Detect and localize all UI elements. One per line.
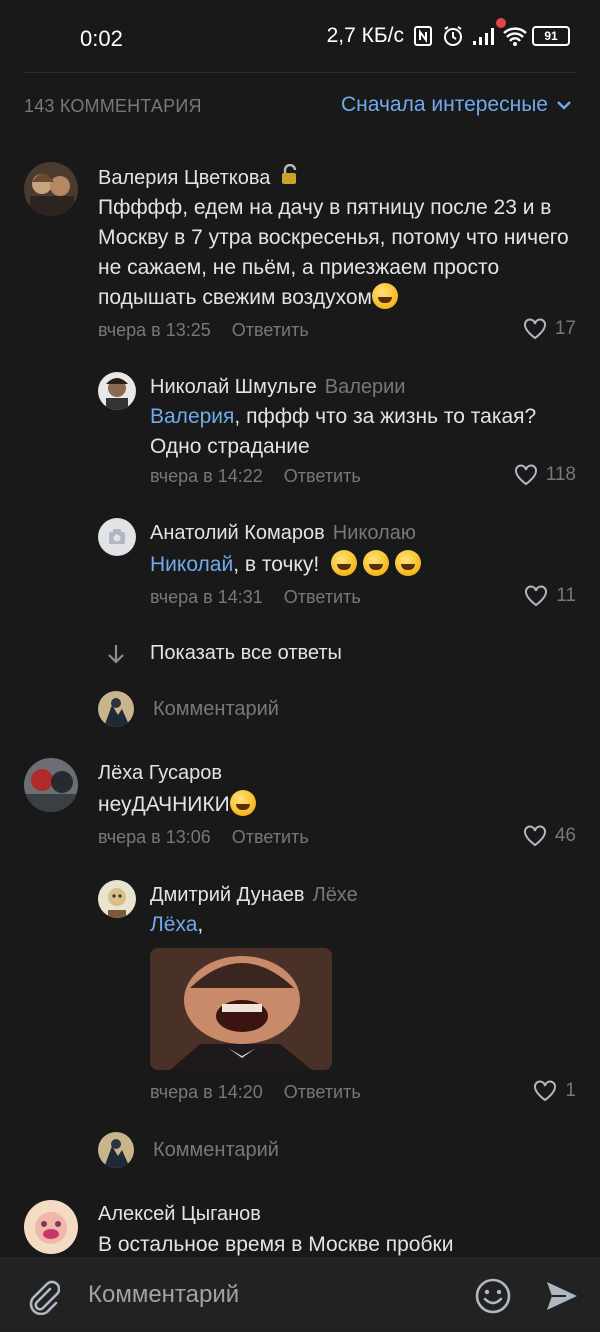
like-count: 11	[556, 585, 576, 606]
comment-input[interactable]: Комментарий	[153, 1139, 279, 1162]
heart-icon	[534, 1080, 557, 1102]
avatar[interactable]	[98, 880, 136, 918]
comment-text: Пфффф, едем на дачу в пятницу после 23 и…	[98, 196, 569, 309]
network-speed: 2,7 КБ/с	[326, 24, 404, 47]
like-count: 1	[565, 1080, 576, 1101]
rofl-emoji	[394, 550, 421, 576]
avatar[interactable]	[24, 1200, 78, 1254]
top-divider	[24, 72, 576, 73]
comment-time: вчера в 13:06	[98, 827, 211, 847]
comment-time: вчера в 13:25	[98, 320, 211, 340]
heart-icon	[525, 585, 548, 607]
lock-icon	[280, 163, 300, 192]
reply-to: Лёхе	[312, 884, 358, 906]
comment-author[interactable]: Николай Шмульге Валерии	[150, 376, 405, 399]
comment-author[interactable]: Анатолий Комаров Николаю	[150, 522, 416, 545]
signal-icon	[472, 25, 494, 47]
reply-button[interactable]: Ответить	[232, 827, 309, 847]
bottom-comment-input[interactable]: Комментарий	[88, 1281, 239, 1309]
like-button[interactable]: 118	[514, 464, 576, 486]
attached-image[interactable]	[150, 948, 332, 1070]
like-count: 118	[545, 464, 576, 485]
comment-input[interactable]: Комментарий	[153, 698, 279, 721]
alarm-icon	[442, 25, 464, 47]
mention-link[interactable]: Николай	[150, 553, 233, 576]
my-avatar	[98, 691, 134, 727]
mention-link[interactable]: Валерия	[150, 405, 234, 428]
like-count: 17	[554, 318, 576, 339]
arrow-down-icon	[108, 644, 124, 664]
chevron-down-icon	[556, 93, 572, 117]
sort-label: Сначала интересные	[341, 93, 548, 116]
emoji-icon[interactable]	[474, 1277, 512, 1320]
avatar[interactable]	[98, 372, 136, 410]
nfc-icon	[412, 25, 434, 47]
wifi-icon	[502, 25, 527, 47]
comments-header: 143 КОММЕНТАРИЯ Сначала интересные	[24, 88, 576, 124]
comment-meta: вчера в 14:22 Ответить	[150, 466, 361, 487]
my-avatar	[98, 1132, 134, 1168]
comment-meta: вчера в 14:31 Ответить	[150, 587, 361, 608]
reply-to: Николаю	[332, 522, 416, 544]
like-button[interactable]: 46	[523, 825, 576, 847]
comment-time: вчера в 14:31	[150, 587, 263, 607]
comment-time: вчера в 14:20	[150, 1082, 263, 1102]
reply-button[interactable]: Ответить	[232, 320, 309, 340]
rofl-emoji	[331, 550, 358, 576]
avatar[interactable]	[24, 162, 78, 216]
comment-meta: вчера в 13:25 Ответить	[98, 320, 309, 341]
comment-text: В остальное время в Москве пробки	[98, 1233, 454, 1256]
like-button[interactable]: 1	[533, 1080, 576, 1102]
comment-author[interactable]: Алексей Цыганов	[98, 1203, 261, 1226]
comment-text: неуДАЧНИКИ	[98, 790, 572, 820]
comment-meta: вчера в 13:06 Ответить	[98, 827, 309, 848]
reply-button[interactable]: Ответить	[284, 587, 361, 607]
comment-author[interactable]: Лёха Гусаров	[98, 762, 222, 785]
heart-icon	[523, 825, 546, 847]
comment-author[interactable]: Дмитрий Дунаев Лёхе	[150, 884, 358, 907]
heart-icon	[514, 464, 537, 486]
sort-dropdown[interactable]: Сначала интересные	[341, 93, 572, 117]
joy-emoji	[229, 790, 256, 816]
like-button[interactable]: 11	[524, 585, 576, 607]
mention-link[interactable]: Лёха	[150, 913, 197, 936]
bottom-comment-bar: Комментарий	[0, 1258, 600, 1332]
comment-meta: вчера в 14:20 Ответить	[150, 1082, 361, 1103]
comment-text: Валерия, пффф что за жизнь то такая? Одн…	[150, 405, 537, 458]
reply-to: Валерии	[324, 376, 406, 398]
reply-button[interactable]: Ответить	[284, 466, 361, 486]
status-bar: 0:02 2,7 КБ/с 91	[0, 0, 600, 72]
status-time: 0:02	[80, 26, 123, 51]
like-count: 46	[554, 825, 576, 846]
show-all-replies-button[interactable]: Показать все ответы	[106, 642, 342, 665]
like-button[interactable]: 17	[523, 318, 576, 340]
comment-text: Николай, в точку!	[150, 550, 576, 580]
comment-time: вчера в 14:22	[150, 466, 263, 486]
rofl-emoji	[362, 550, 389, 576]
avatar[interactable]	[98, 518, 136, 556]
sweat-smile-emoji	[371, 283, 398, 309]
reply-button[interactable]: Ответить	[284, 1082, 361, 1102]
status-icons: 2,7 КБ/с 91	[327, 24, 570, 48]
avatar[interactable]	[24, 758, 78, 812]
paperclip-icon[interactable]	[26, 1279, 61, 1320]
camera-icon	[109, 529, 125, 544]
comment-text: Лёха,	[150, 913, 204, 936]
comment-author[interactable]: Валерия Цветкова	[98, 163, 300, 192]
send-icon[interactable]	[544, 1279, 580, 1318]
notification-dot	[496, 18, 506, 28]
comments-count: 143 КОММЕНТАРИЯ	[24, 96, 202, 116]
battery-icon: 91	[532, 26, 570, 46]
heart-icon	[523, 318, 546, 340]
